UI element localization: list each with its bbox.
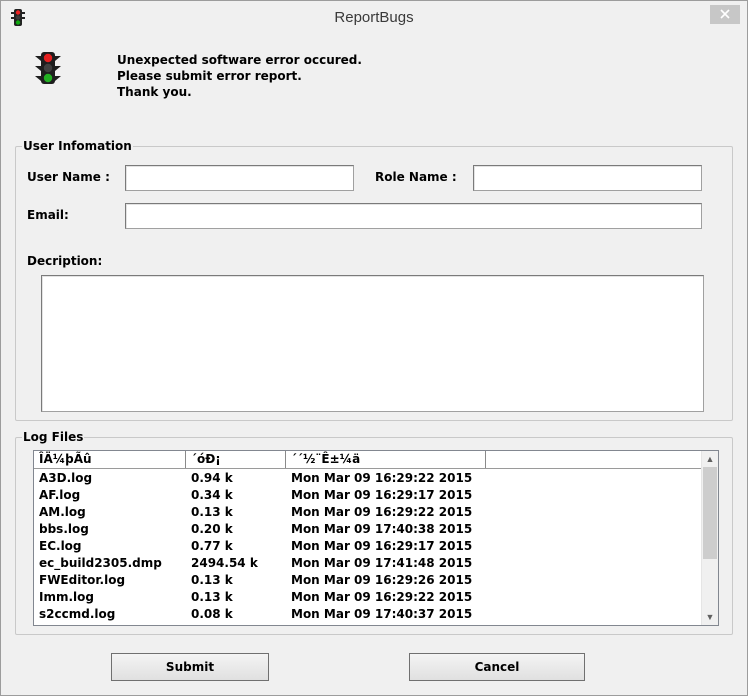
chevron-down-icon[interactable]: ▼ — [702, 609, 718, 625]
scrollbar-thumb[interactable] — [703, 467, 717, 559]
log-files-legend: Log Files — [23, 430, 84, 444]
error-message-line: Please submit error report. — [117, 69, 302, 83]
file-size: 0.94 k — [191, 471, 233, 485]
report-bugs-window: ReportBugs Unexpected software error occ… — [0, 0, 748, 696]
list-item[interactable]: ec_build2305.dmp 2494.54 k Mon Mar 09 17:4… — [34, 555, 704, 572]
list-item[interactable]: s2ccmd.log 0.08 k Mon Mar 09 17:40:37 2015 — [34, 606, 704, 623]
error-message-line: Unexpected software error occured. — [117, 53, 362, 67]
email-label: Email: — [27, 208, 69, 222]
list-item[interactable]: A3D.log 0.94 k Mon Mar 09 16:29:22 2015 — [34, 470, 704, 487]
user-name-label: User Name : — [27, 170, 110, 184]
description-label: Decription: — [27, 254, 103, 268]
file-created: Mon Mar 09 16:29:22 2015 — [291, 471, 473, 485]
file-size: 0.13 k — [191, 590, 233, 604]
user-name-input[interactable] — [125, 165, 354, 191]
user-information-legend: User Infomation — [23, 139, 132, 153]
title-bar[interactable]: ReportBugs — [1, 1, 747, 34]
list-item[interactable]: bbs.log 0.20 k Mon Mar 09 17:40:38 2015 — [34, 521, 704, 538]
list-header: ÎÄ¼þÃû ´óÐ¡ ´´½¨Ê±¼ä — [34, 451, 704, 469]
list-item[interactable]: Imm.log 0.13 k Mon Mar 09 16:29:22 2015 — [34, 589, 704, 606]
file-size: 0.13 k — [191, 505, 233, 519]
column-header-size[interactable]: ´óÐ¡ — [186, 451, 286, 468]
file-size: 0.34 k — [191, 488, 233, 502]
email-input[interactable] — [125, 203, 702, 229]
file-name: AM.log — [39, 505, 86, 519]
file-name: bbs.log — [39, 522, 89, 536]
file-created: Mon Mar 09 16:29:17 2015 — [291, 488, 473, 502]
file-size: 0.08 k — [191, 607, 233, 621]
submit-button[interactable]: Submit — [111, 653, 269, 681]
cancel-button[interactable]: Cancel — [409, 653, 585, 681]
column-header-created[interactable]: ´´½¨Ê±¼ä — [286, 451, 486, 468]
window-title: ReportBugs — [334, 9, 414, 26]
list-item[interactable]: EC.log 0.77 k Mon Mar 09 16:29:17 2015 — [34, 538, 704, 555]
dialog-body: Unexpected software error occured. Pleas… — [9, 34, 739, 689]
list-item[interactable]: FWEditor.log 0.13 k Mon Mar 09 16:29:26 20… — [34, 572, 704, 589]
description-textarea[interactable] — [41, 275, 704, 412]
file-name: EC.log — [39, 539, 82, 553]
file-created: Mon Mar 09 17:41:48 2015 — [291, 556, 473, 570]
file-created: Mon Mar 09 16:29:22 2015 — [291, 505, 473, 519]
column-header-filename[interactable]: ÎÄ¼þÃû — [34, 451, 186, 468]
file-size: 0.20 k — [191, 522, 233, 536]
close-button[interactable] — [710, 5, 740, 24]
list-item[interactable]: AF.log 0.34 k Mon Mar 09 16:29:17 2015 — [34, 487, 704, 504]
file-name: s2ccmd.log — [39, 607, 116, 621]
file-created: Mon Mar 09 17:40:37 2015 — [291, 607, 473, 621]
file-name: ec_build2305.dmp — [39, 556, 162, 570]
traffic-light-icon — [35, 52, 61, 89]
file-name: A3D.log — [39, 471, 93, 485]
role-name-label: Role Name : — [375, 170, 457, 184]
role-name-input[interactable] — [473, 165, 702, 191]
file-created: Mon Mar 09 16:29:26 2015 — [291, 573, 473, 587]
file-size: 0.13 k — [191, 573, 233, 587]
error-message-line: Thank you. — [117, 85, 192, 99]
file-size: 0.77 k — [191, 539, 233, 553]
chevron-up-icon[interactable]: ▲ — [702, 451, 718, 467]
vertical-scrollbar[interactable]: ▲ ▼ — [701, 451, 718, 625]
log-files-list[interactable]: ÎÄ¼þÃû ´óÐ¡ ´´½¨Ê±¼ä A3D.log 0.94 k Mon Ma… — [33, 450, 719, 626]
file-created: Mon Mar 09 16:29:17 2015 — [291, 539, 473, 553]
error-message: Unexpected software error occured. Pleas… — [117, 52, 362, 100]
file-name: AF.log — [39, 488, 81, 502]
list-item[interactable]: AM.log 0.13 k Mon Mar 09 16:29:22 2015 — [34, 504, 704, 521]
file-name: Imm.log — [39, 590, 94, 604]
file-name: FWEditor.log — [39, 573, 126, 587]
file-created: Mon Mar 09 17:40:38 2015 — [291, 522, 473, 536]
close-icon — [720, 6, 730, 24]
file-size: 2494.54 k — [191, 556, 258, 570]
list-rows: A3D.log 0.94 k Mon Mar 09 16:29:22 2015 AF… — [34, 470, 704, 623]
file-created: Mon Mar 09 16:29:22 2015 — [291, 590, 473, 604]
